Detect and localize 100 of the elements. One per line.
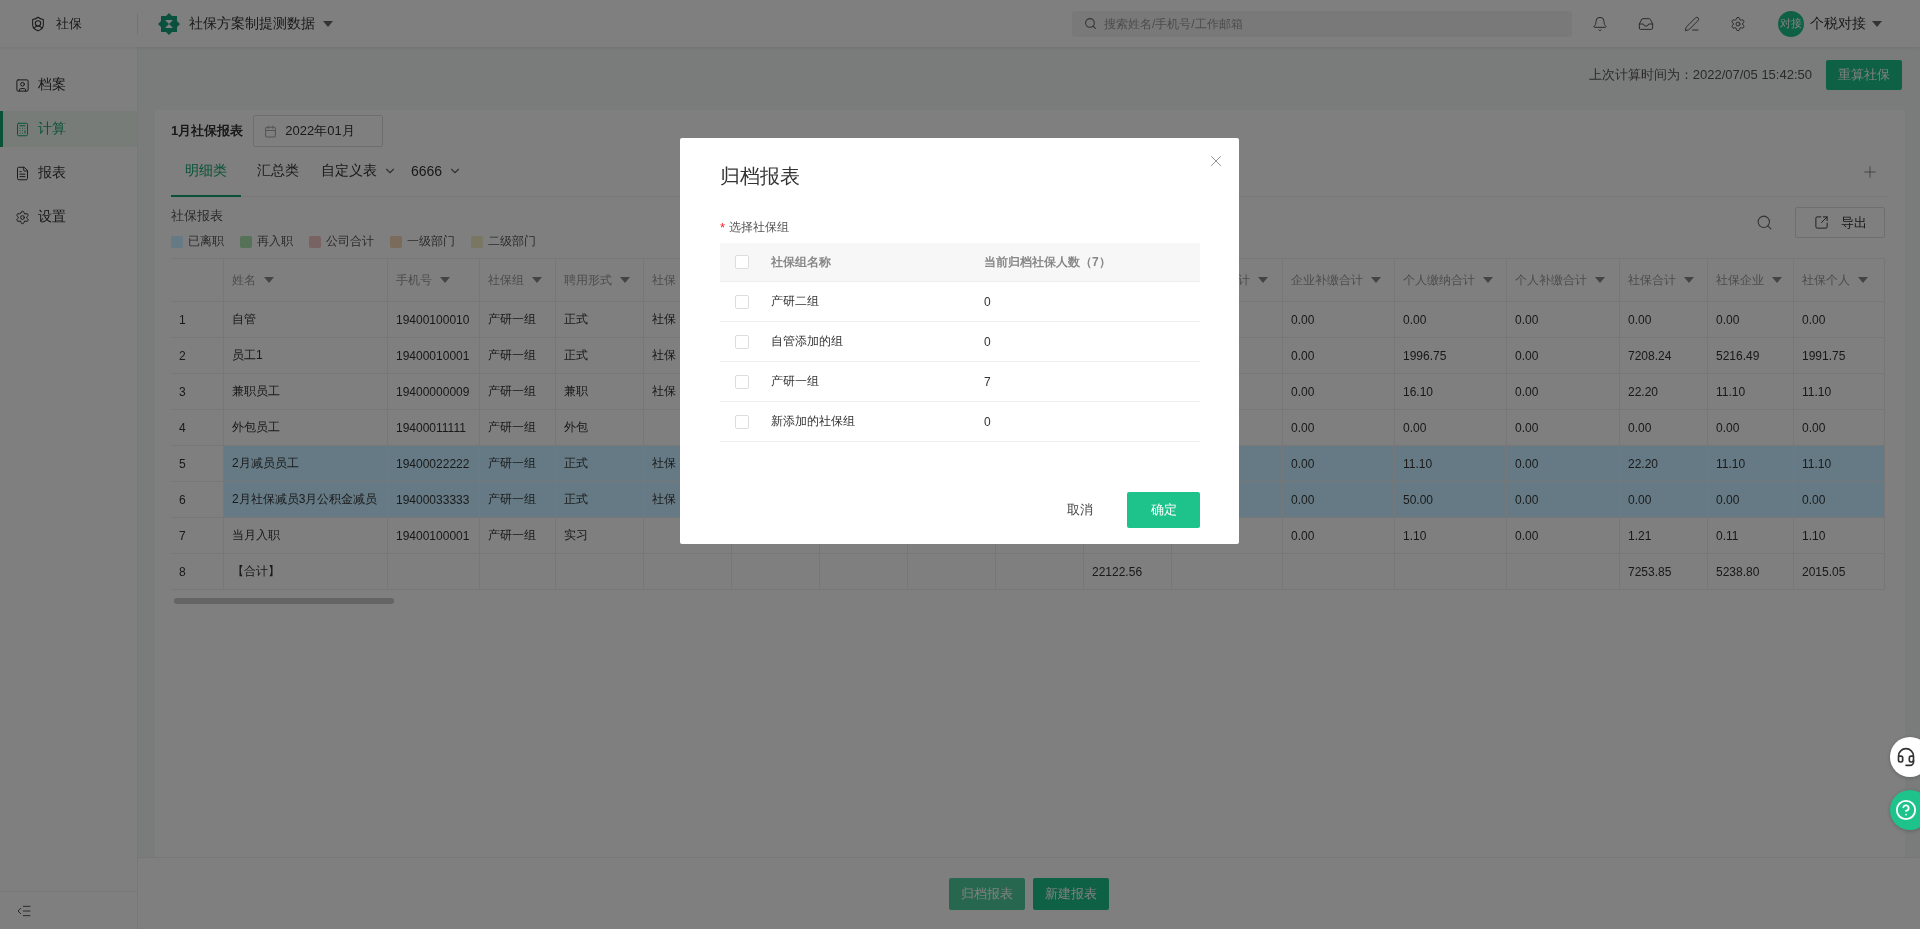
sort-caret-icon[interactable] xyxy=(1258,276,1268,284)
last-calc-time: 上次计算时间为：2022/07/05 15:42:50 xyxy=(1588,66,1812,84)
table-cell: 0.00 xyxy=(1507,518,1620,553)
shield-icon xyxy=(30,15,46,32)
sidebar-item[interactable]: 计算 xyxy=(0,111,137,147)
tab[interactable]: 明细类 xyxy=(171,147,241,197)
legend-label: 再入职 xyxy=(257,233,293,250)
table-cell: 2月社保减员3月公积金减员 xyxy=(224,482,388,517)
settings-icon[interactable] xyxy=(1730,15,1746,32)
table-cell: 7253.85 xyxy=(1620,554,1708,589)
dialog-title: 归档报表 xyxy=(720,163,801,189)
table-cell: 2 xyxy=(171,338,224,373)
table-cell: 兼职员工 xyxy=(224,374,388,409)
search-icon[interactable] xyxy=(1756,214,1773,231)
table-cell: 2015.05 xyxy=(1794,554,1885,589)
table-cell: 自管 xyxy=(224,302,388,337)
user-avatar[interactable]: 对接 xyxy=(1778,10,1804,37)
sidebar-item[interactable]: 报表 xyxy=(0,155,137,191)
table-cell: 16.10 xyxy=(1395,374,1507,409)
group-name: 产研一组 xyxy=(771,373,820,390)
table-cell: 0.00 xyxy=(1283,446,1395,481)
confirm-button[interactable]: 确定 xyxy=(1127,492,1200,528)
table-cell: 5216.49 xyxy=(1708,338,1794,373)
sort-caret-icon[interactable] xyxy=(1772,276,1782,284)
table-cell: 19400010001 xyxy=(388,338,480,373)
caret-icon[interactable] xyxy=(323,19,333,28)
row-checkbox[interactable] xyxy=(735,294,749,309)
table-cell: 员工1 xyxy=(224,338,388,373)
sort-caret-icon[interactable] xyxy=(1595,276,1605,284)
column-header: 当前归档社保人数（7） xyxy=(984,253,1111,271)
required-mark: * xyxy=(720,220,726,235)
table-cell: 【合计】 xyxy=(224,554,388,589)
sort-caret-icon[interactable] xyxy=(1684,276,1694,284)
tab[interactable]: 6666 xyxy=(405,147,469,197)
caret-icon[interactable] xyxy=(1872,19,1882,28)
sidebar-item[interactable]: 设置 xyxy=(0,199,137,235)
table-cell: 50.00 xyxy=(1395,482,1507,517)
table-cell: 0.00 xyxy=(1507,410,1620,445)
table-cell: 22.20 xyxy=(1620,446,1708,481)
table-cell: 7 xyxy=(171,518,224,553)
recalc-button[interactable]: 重算社保 xyxy=(1826,60,1902,90)
scrollbar-thumb[interactable] xyxy=(174,598,394,604)
table-cell: 11.10 xyxy=(1794,374,1885,409)
row-checkbox[interactable] xyxy=(735,414,749,429)
inbox-icon[interactable] xyxy=(1638,15,1654,32)
sort-caret-icon[interactable] xyxy=(1371,276,1381,284)
search-icon xyxy=(1084,16,1097,30)
member-count: 0 xyxy=(984,334,991,349)
table-cell: 11.10 xyxy=(1794,446,1885,481)
table-cell: 1.21 xyxy=(1620,518,1708,553)
table-cell: 0.00 xyxy=(1507,482,1620,517)
table-cell: 0.00 xyxy=(1708,410,1794,445)
bell-icon[interactable] xyxy=(1592,15,1608,32)
logo-icon xyxy=(157,11,181,36)
table-cell: 0.00 xyxy=(1507,446,1620,481)
footer-button[interactable]: 新建报表 xyxy=(1033,877,1109,910)
table-cell: 0.00 xyxy=(1620,302,1708,337)
pen-icon[interactable] xyxy=(1684,15,1700,32)
table-cell: 0.11 xyxy=(1708,518,1794,553)
table-cell: 当月入职 xyxy=(224,518,388,553)
table-cell: 0.00 xyxy=(1283,302,1395,337)
row-checkbox[interactable] xyxy=(735,334,749,349)
row-checkbox[interactable] xyxy=(735,374,749,389)
column-header: 社保组名称 xyxy=(771,253,832,271)
table-cell: 1 xyxy=(171,302,224,337)
tab[interactable]: 自定义表 xyxy=(315,147,403,197)
user-name[interactable]: 个税对接 xyxy=(1810,14,1866,33)
group-name: 产研二组 xyxy=(771,293,820,310)
sort-caret-icon[interactable] xyxy=(1858,276,1868,284)
help-icon xyxy=(1895,799,1917,821)
table-cell: 外包员工 xyxy=(224,410,388,445)
member-count: 0 xyxy=(984,414,991,429)
sort-caret-icon[interactable] xyxy=(440,276,450,284)
table-cell: 22.20 xyxy=(1620,374,1708,409)
scheme-name[interactable]: 社保方案制提测数据 xyxy=(189,14,315,33)
legend-label: 公司合计 xyxy=(326,233,374,250)
member-count: 0 xyxy=(984,294,991,309)
sort-caret-icon[interactable] xyxy=(1483,276,1493,284)
cancel-button[interactable]: 取消 xyxy=(1053,493,1107,527)
settings-icon xyxy=(15,209,30,225)
tab[interactable]: 汇总类 xyxy=(243,147,313,197)
sort-caret-icon[interactable] xyxy=(532,276,542,284)
group-name: 自管添加的组 xyxy=(771,333,844,350)
footer-button[interactable]: 归档报表 xyxy=(949,877,1025,910)
month-picker[interactable]: 2022年01月 xyxy=(253,115,384,147)
table-cell: 19400000009 xyxy=(388,374,480,409)
table-cell: 产研一组 xyxy=(480,338,556,373)
table-cell: 0.00 xyxy=(1794,302,1885,337)
table-cell: 19400033333 xyxy=(388,482,480,517)
sort-caret-icon[interactable] xyxy=(620,276,630,284)
table-cell: 0.00 xyxy=(1283,518,1395,553)
table-cell: 1.10 xyxy=(1395,518,1507,553)
table-cell: 产研一组 xyxy=(480,518,556,553)
table-cell: 0.00 xyxy=(1395,302,1507,337)
sidebar-item[interactable]: 档案 xyxy=(0,67,137,103)
table-cell: 11.10 xyxy=(1395,446,1507,481)
table-cell: 正式 xyxy=(556,482,644,517)
export-button[interactable]: 导出 xyxy=(1795,207,1885,238)
sort-caret-icon[interactable] xyxy=(264,276,274,284)
select-all-checkbox[interactable] xyxy=(735,255,749,269)
